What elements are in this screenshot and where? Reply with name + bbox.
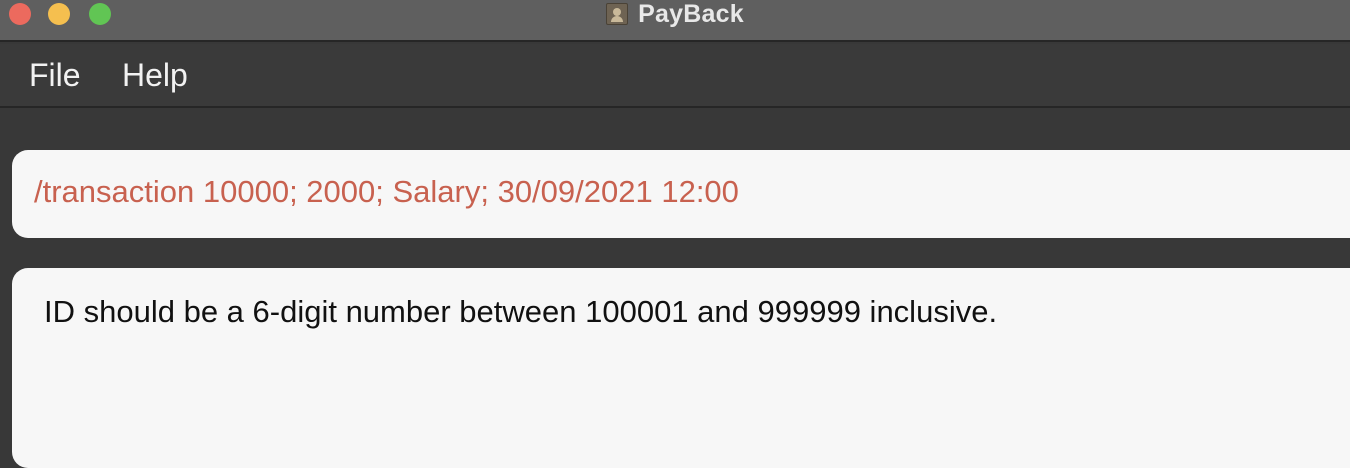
menu-bar: File Help (0, 44, 1350, 108)
menu-file[interactable]: File (29, 57, 81, 94)
command-input[interactable]: /transaction 10000; 2000; Salary; 30/09/… (12, 150, 1350, 238)
title-bar: PayBack (0, 0, 1350, 42)
result-display: ID should be a 6-digit number between 10… (12, 268, 1350, 468)
menu-help[interactable]: Help (122, 57, 188, 94)
contact-card-icon (606, 3, 629, 25)
command-input-text: /transaction 10000; 2000; Salary; 30/09/… (34, 174, 739, 209)
window-title-group: PayBack (0, 0, 1350, 28)
result-message: ID should be a 6-digit number between 10… (44, 294, 998, 329)
window-title: PayBack (638, 0, 744, 28)
